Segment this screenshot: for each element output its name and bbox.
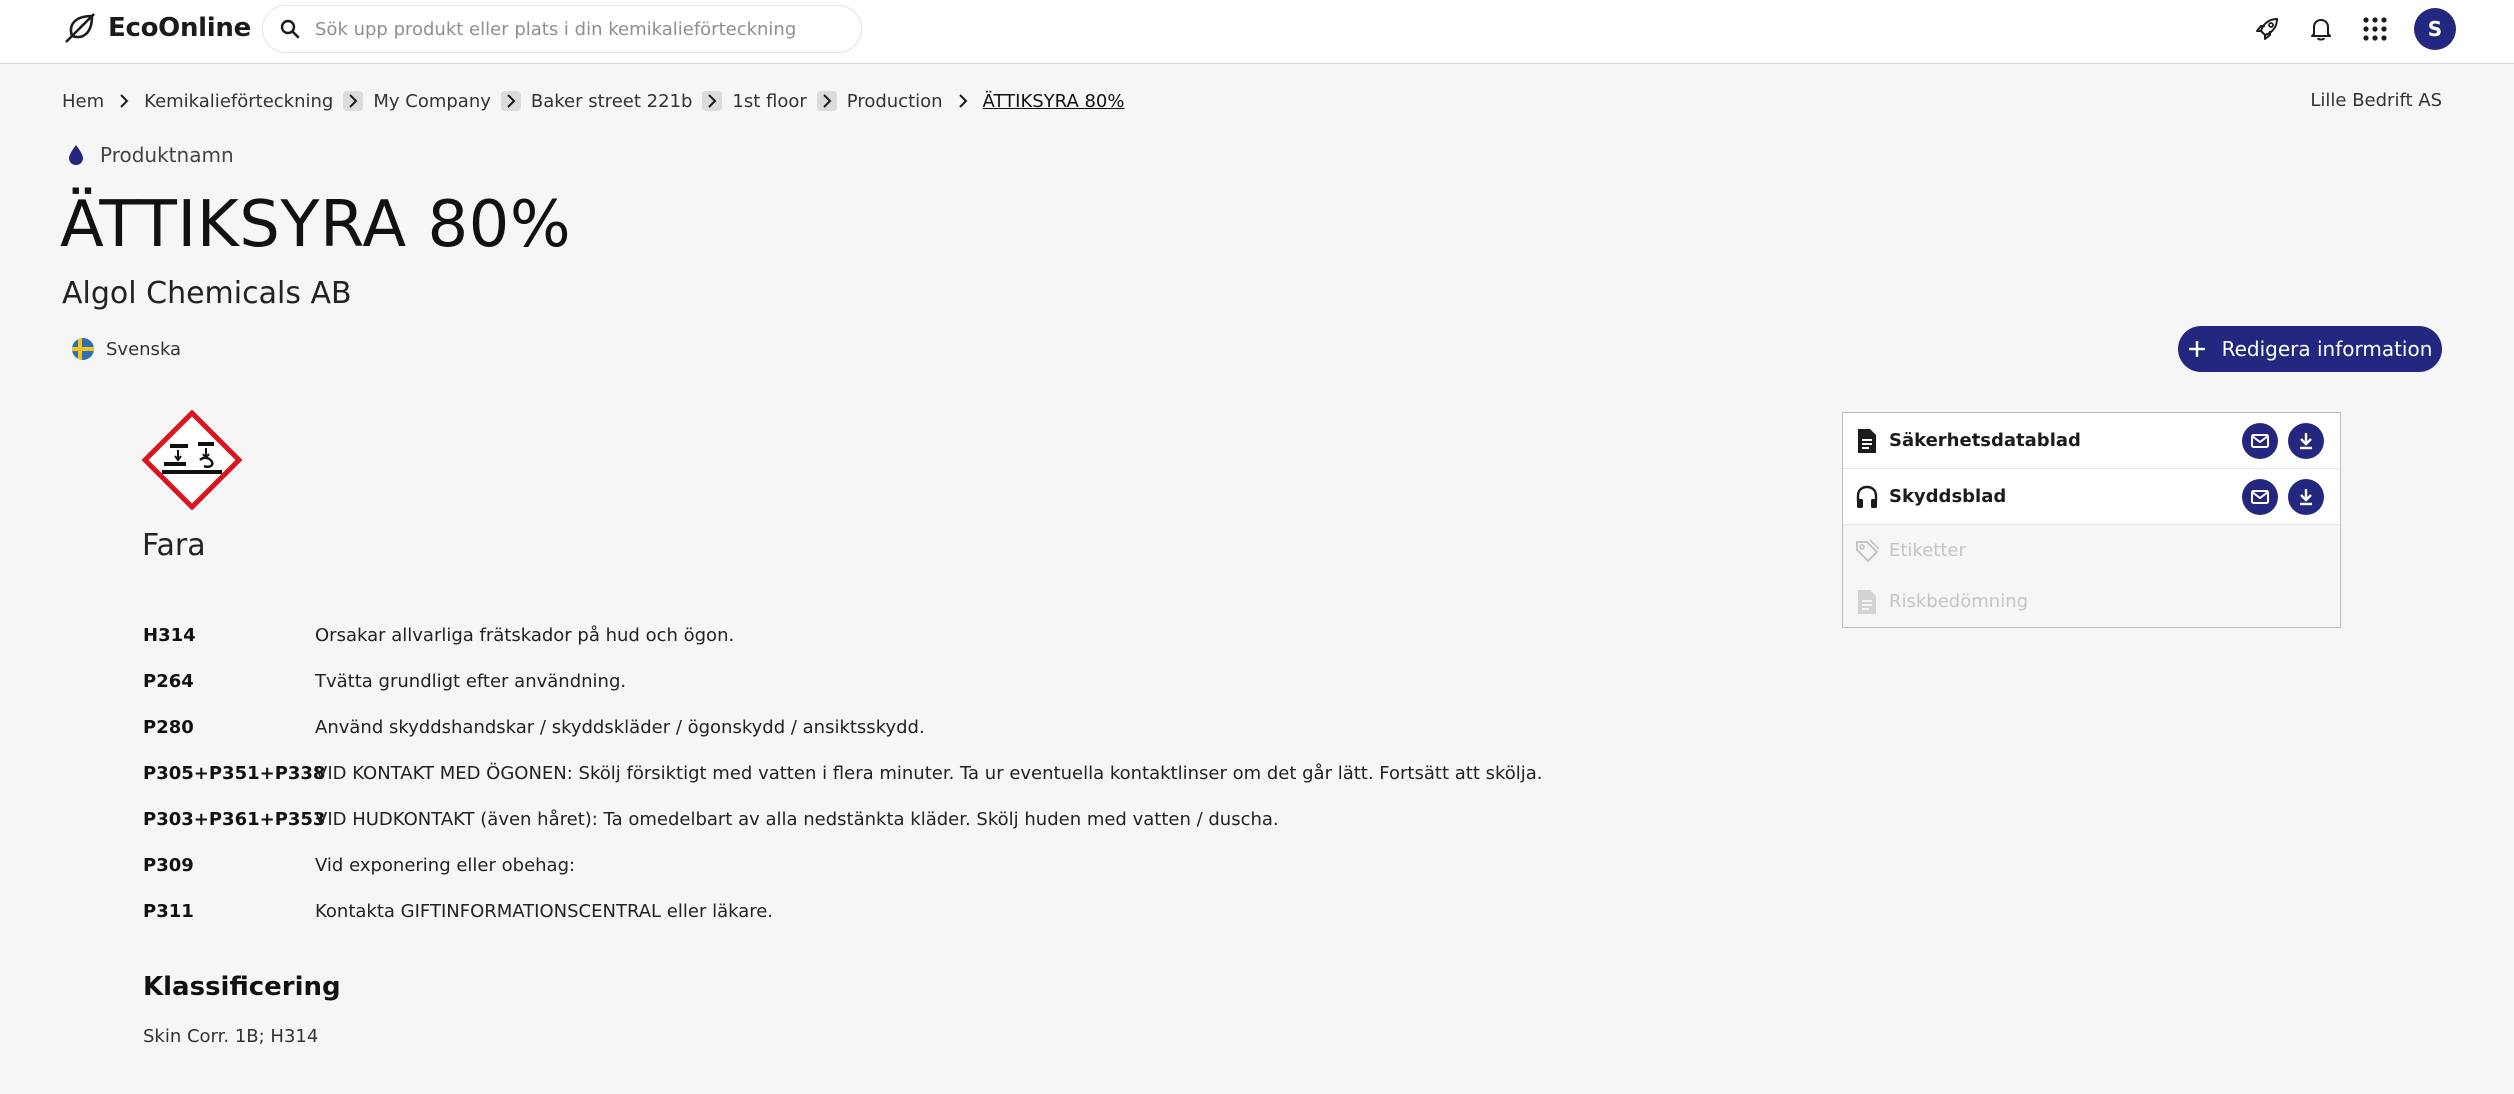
document-row-labels: Etiketter bbox=[1843, 525, 2340, 576]
statement-row: P303+P361+P353 VID HUDKONTAKT (även håre… bbox=[143, 796, 1543, 842]
notifications-button[interactable] bbox=[2300, 8, 2342, 50]
classification-value: Skin Corr. 1B; H314 bbox=[143, 1026, 319, 1047]
drop-icon bbox=[69, 145, 83, 165]
edit-information-label: Redigera information bbox=[2221, 337, 2433, 361]
download-protection-sheet-button[interactable] bbox=[2288, 479, 2324, 515]
product-label: Produktnamn bbox=[62, 142, 234, 168]
email-protection-sheet-button[interactable] bbox=[2242, 479, 2278, 515]
breadcrumb: Hem Kemikalieförteckning My Company Bake… bbox=[62, 88, 1125, 114]
search-input[interactable] bbox=[315, 18, 835, 40]
breadcrumb-current-product[interactable]: ÄTTIKSYRA 80% bbox=[983, 91, 1125, 112]
statement-code: P280 bbox=[143, 716, 194, 738]
statement-code: P264 bbox=[143, 670, 194, 692]
breadcrumb-my-company[interactable]: My Company bbox=[373, 91, 491, 112]
language-label: Svenska bbox=[106, 338, 182, 360]
document-label: Riskbedömning bbox=[1889, 591, 2029, 612]
statement-row: H314 Orsakar allvarliga frätskador på hu… bbox=[143, 612, 1543, 658]
document-icon bbox=[1858, 428, 1876, 453]
supplier-name: Algol Chemicals AB bbox=[62, 276, 352, 311]
mail-icon bbox=[2251, 490, 2269, 504]
statement-code: P303+P361+P353 bbox=[143, 808, 326, 830]
statement-row: P311 Kontakta GIFTINFORMATIONSCENTRAL el… bbox=[143, 888, 1543, 934]
statement-row: P280 Använd skyddshandskar / skyddskläde… bbox=[143, 704, 1543, 750]
documents-panel: Säkerhetsdatablad Skyddsblad Etiketter R… bbox=[1842, 412, 2341, 628]
chevron-right-icon bbox=[114, 91, 134, 111]
statement-code: P309 bbox=[143, 854, 194, 876]
statement-text: Tvätta grundligt efter användning. bbox=[315, 670, 627, 692]
swedish-flag-icon bbox=[72, 338, 94, 360]
statement-code: H314 bbox=[143, 624, 196, 646]
document-label: Skyddsblad bbox=[1889, 486, 2007, 507]
logo-text: EcoOnline bbox=[108, 13, 251, 43]
plus-icon bbox=[2188, 341, 2205, 357]
logo[interactable]: EcoOnline bbox=[62, 8, 251, 48]
statement-text: Använd skyddshandskar / skyddskläder / ö… bbox=[315, 716, 925, 738]
classification-title: Klassificering bbox=[143, 972, 341, 1002]
statement-text: Orsakar allvarliga frätskador på hud och… bbox=[315, 624, 735, 646]
rocket-icon bbox=[2256, 17, 2279, 40]
document-actions bbox=[2232, 479, 2324, 515]
ecoonline-leaf-icon bbox=[65, 13, 95, 43]
download-icon bbox=[2300, 433, 2312, 450]
download-sds-button[interactable] bbox=[2288, 423, 2324, 459]
search-box[interactable] bbox=[262, 5, 862, 53]
language-indicator: Svenska bbox=[72, 336, 181, 362]
document-icon bbox=[1858, 589, 1876, 614]
whats-new-button[interactable] bbox=[2246, 8, 2288, 50]
document-label: Säkerhetsdatablad bbox=[1889, 430, 2081, 451]
chevron-right-icon bbox=[953, 91, 973, 111]
bell-icon bbox=[2311, 19, 2331, 41]
breadcrumb-production[interactable]: Production bbox=[847, 91, 943, 112]
document-row-protection-sheet[interactable]: Skyddsblad bbox=[1843, 469, 2340, 525]
search-icon bbox=[280, 19, 300, 39]
statement-row: P264 Tvätta grundligt efter användning. bbox=[143, 658, 1543, 704]
top-bar: EcoOnline Sök upp produkt eller plats i … bbox=[0, 0, 2514, 64]
document-label: Etiketter bbox=[1889, 540, 1966, 561]
grid-icon bbox=[2363, 17, 2387, 41]
tag-icon bbox=[1856, 538, 1879, 562]
signal-word: Fara bbox=[142, 528, 206, 563]
statement-text: VID KONTAKT MED ÖGONEN: Skölj försiktigt… bbox=[315, 762, 1543, 784]
statement-text: VID HUDKONTAKT (även håret): Ta omedelba… bbox=[315, 808, 1279, 830]
hazard-statements: H314 Orsakar allvarliga frätskador på hu… bbox=[143, 612, 1543, 934]
breadcrumb-chemical-register[interactable]: Kemikalieförteckning bbox=[144, 91, 333, 112]
chevron-right-icon[interactable] bbox=[702, 91, 723, 111]
document-actions bbox=[2232, 423, 2324, 459]
chevron-right-icon[interactable] bbox=[343, 91, 364, 111]
statement-text: Kontakta GIFTINFORMATIONSCENTRAL eller l… bbox=[315, 900, 774, 922]
apps-menu-button[interactable] bbox=[2354, 8, 2396, 50]
top-actions: S bbox=[2234, 8, 2456, 50]
chevron-right-icon[interactable] bbox=[500, 91, 521, 111]
user-avatar[interactable]: S bbox=[2414, 8, 2456, 50]
statement-code: P311 bbox=[143, 900, 194, 922]
statement-row: P309 Vid exponering eller obehag: bbox=[143, 842, 1543, 888]
statement-text: Vid exponering eller obehag: bbox=[315, 854, 576, 876]
document-row-safety-data-sheet[interactable]: Säkerhetsdatablad bbox=[1843, 413, 2340, 469]
headphones-icon bbox=[1856, 485, 1878, 508]
chevron-right-icon[interactable] bbox=[816, 91, 837, 111]
statement-code: P305+P351+P338 bbox=[143, 762, 326, 784]
mail-icon bbox=[2251, 434, 2269, 448]
product-label-text: Produktnamn bbox=[100, 143, 234, 167]
document-row-risk-assessment: Riskbedömning bbox=[1843, 576, 2340, 627]
product-title: ÄTTIKSYRA 80% bbox=[60, 188, 572, 262]
breadcrumb-home[interactable]: Hem bbox=[62, 91, 104, 112]
download-icon bbox=[2300, 489, 2312, 506]
corrosion-pictogram-icon bbox=[142, 410, 242, 510]
breadcrumb-location[interactable]: Baker street 221b bbox=[531, 91, 693, 112]
breadcrumb-floor[interactable]: 1st floor bbox=[732, 91, 806, 112]
statement-row: P305+P351+P338 VID KONTAKT MED ÖGONEN: S… bbox=[143, 750, 1543, 796]
email-sds-button[interactable] bbox=[2242, 423, 2278, 459]
company-name: Lille Bedrift AS bbox=[2310, 90, 2442, 111]
edit-information-button[interactable]: Redigera information bbox=[2178, 326, 2442, 372]
